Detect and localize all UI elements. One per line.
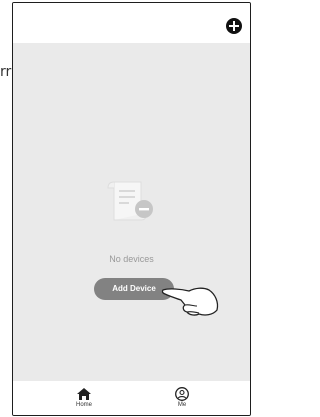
tab-me-label: Me bbox=[177, 402, 187, 408]
empty-message: No devices bbox=[109, 254, 154, 264]
bottom-tab-bar: Home Me bbox=[13, 381, 250, 415]
tab-home[interactable]: Home bbox=[54, 381, 114, 415]
hand-pointer-icon bbox=[161, 287, 219, 316]
tab-home-label: Home bbox=[75, 402, 92, 408]
tab-me[interactable]: Me bbox=[152, 381, 212, 415]
plus-circle-icon[interactable] bbox=[226, 18, 242, 34]
device-list-area: No devices Add Device bbox=[13, 43, 250, 381]
document-minus-icon bbox=[107, 181, 153, 221]
background-text-fragment: rr bbox=[0, 64, 12, 80]
home-icon bbox=[77, 388, 91, 400]
phone-frame: No devices Add Device Home Me bbox=[12, 2, 251, 416]
top-bar bbox=[13, 3, 250, 43]
user-icon bbox=[175, 387, 189, 401]
